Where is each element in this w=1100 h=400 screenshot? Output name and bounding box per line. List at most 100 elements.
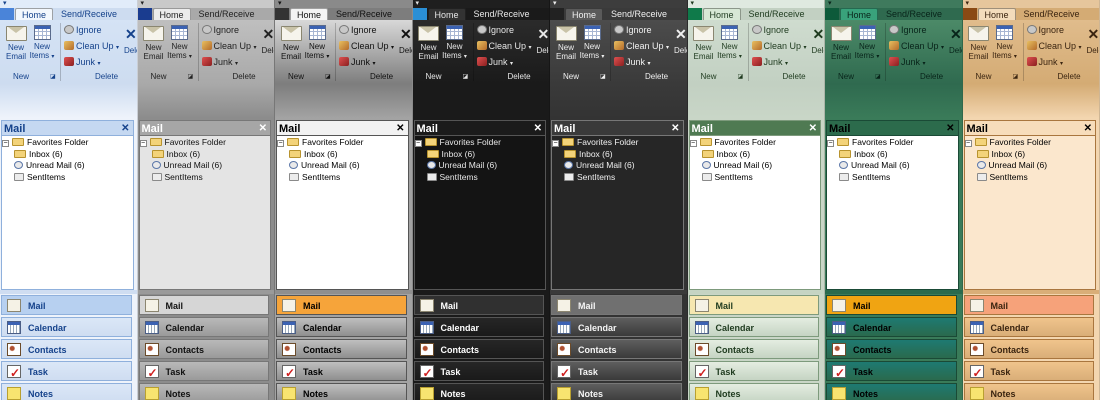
dialog-launcher-icon[interactable]: ◪ (463, 73, 469, 80)
nav-button-mail[interactable]: Mail (1, 295, 132, 315)
tab-send-receive[interactable]: Send/Receive (1018, 8, 1086, 20)
tree-node-sent[interactable]: SentItems (552, 172, 683, 184)
delete-icon[interactable]: ✕ (538, 26, 550, 43)
ignore-button[interactable]: Ignore (889, 22, 944, 38)
app-menu-button[interactable] (275, 8, 289, 20)
tree-node-inbox[interactable]: Inbox (6) (140, 149, 271, 161)
nav-button-notes[interactable]: Notes (688, 383, 819, 400)
tab-send-receive[interactable]: Send/Receive (193, 8, 261, 20)
nav-button-calendar[interactable]: Calendar (551, 317, 682, 337)
junk-button[interactable]: Junk ▾ (476, 54, 532, 70)
tree-node-unread[interactable]: Unread Mail (6) (2, 160, 133, 172)
tab-send-receive[interactable]: Send/Receive (330, 8, 398, 20)
nav-button-task[interactable]: Task (413, 361, 544, 383)
close-icon[interactable]: ✕ (1084, 121, 1092, 137)
ignore-button[interactable]: Ignore (751, 22, 807, 38)
nav-button-mail[interactable]: Mail (826, 295, 957, 315)
new-items-button[interactable]: New Items ▾ (717, 24, 743, 62)
tree-node-inbox[interactable]: Inbox (6) (827, 149, 958, 161)
tree-node-favorites[interactable]: − Favorites Folder (689, 137, 821, 149)
nav-button-contacts[interactable]: Contacts (826, 339, 957, 359)
tree-node-unread[interactable]: Unread Mail (6) (827, 160, 958, 172)
new-items-button[interactable]: New Items ▾ (167, 24, 193, 62)
delete-icon[interactable]: ✕ (400, 26, 412, 43)
nav-button-mail[interactable]: Mail (276, 295, 407, 315)
nav-button-mail[interactable]: Mail (963, 295, 1094, 315)
nav-button-task[interactable]: Task (963, 361, 1094, 383)
tab-send-receive[interactable]: Send/Receive (880, 8, 948, 20)
app-menu-button[interactable] (0, 8, 14, 20)
new-email-button[interactable]: New Email (691, 24, 717, 61)
clean-up-button[interactable]: Clean Up ▾ (889, 38, 944, 54)
new-items-button[interactable]: New Items ▾ (992, 24, 1018, 62)
qat-dropdown-icon[interactable]: ▾ (3, 0, 7, 8)
nav-button-notes[interactable]: Notes (551, 383, 682, 400)
tree-node-unread[interactable]: Unread Mail (6) (140, 160, 271, 172)
nav-button-calendar[interactable]: Calendar (963, 317, 1094, 337)
new-email-button[interactable]: New Email (141, 24, 167, 61)
tree-node-inbox[interactable]: Inbox (6) (552, 149, 683, 161)
collapse-icon[interactable]: − (689, 140, 697, 147)
tree-node-unread[interactable]: Unread Mail (6) (690, 160, 821, 172)
new-items-button[interactable]: New Items ▾ (29, 24, 55, 62)
nav-button-mail[interactable]: Mail (551, 295, 682, 315)
junk-button[interactable]: Junk ▾ (64, 54, 119, 70)
tree-node-unread[interactable]: Unread Mail (6) (965, 160, 1096, 172)
nav-button-calendar[interactable]: Calendar (276, 317, 407, 337)
junk-button[interactable]: Junk ▾ (751, 54, 807, 70)
nav-button-task[interactable]: Task (138, 361, 269, 383)
delete-button-label[interactable]: Dele (124, 46, 137, 55)
splitter-handle[interactable] (275, 290, 412, 294)
delete-button-label[interactable]: Dele (262, 46, 275, 55)
collapse-icon[interactable]: − (552, 140, 559, 147)
qat-dropdown-icon[interactable]: ▾ (966, 0, 970, 8)
dialog-launcher-icon[interactable]: ◪ (738, 73, 744, 80)
close-icon[interactable]: ✕ (809, 121, 817, 137)
close-icon[interactable]: ✕ (946, 121, 954, 137)
close-icon[interactable]: ✕ (534, 121, 542, 137)
nav-button-mail[interactable]: Mail (688, 295, 819, 315)
new-email-button[interactable]: New Email (966, 24, 992, 61)
tree-node-unread[interactable]: Unread Mail (6) (415, 160, 546, 172)
tree-node-sent[interactable]: SentItems (277, 172, 408, 184)
new-items-button[interactable]: New Items ▾ (304, 24, 330, 62)
app-menu-button[interactable] (825, 8, 839, 20)
nav-button-mail[interactable]: Mail (413, 295, 544, 315)
app-menu-button[interactable] (412, 8, 427, 20)
nav-button-task[interactable]: Task (276, 361, 407, 383)
new-email-button[interactable]: New Email (278, 24, 304, 61)
delete-icon[interactable]: ✕ (675, 26, 687, 43)
clean-up-button[interactable]: Clean Up ▾ (1026, 38, 1082, 54)
new-items-button[interactable]: New Items ▾ (442, 24, 468, 62)
nav-button-calendar[interactable]: Calendar (138, 317, 269, 337)
nav-button-task[interactable]: Task (826, 361, 957, 383)
dialog-launcher-icon[interactable]: ◪ (875, 73, 881, 80)
app-menu-button[interactable] (137, 8, 152, 20)
tab-send-receive[interactable]: Send/Receive (743, 8, 811, 20)
tree-node-inbox[interactable]: Inbox (6) (415, 149, 546, 161)
tree-node-sent[interactable]: SentItems (965, 172, 1096, 184)
delete-icon[interactable]: ✕ (1088, 26, 1100, 43)
nav-button-contacts[interactable]: Contacts (413, 339, 544, 359)
clean-up-button[interactable]: Clean Up ▾ (201, 38, 257, 54)
ignore-button[interactable]: Ignore (476, 22, 532, 38)
qat-dropdown-icon[interactable]: ▾ (278, 0, 282, 8)
nav-button-task[interactable]: Task (688, 361, 819, 383)
delete-button-label[interactable]: Dele (399, 46, 412, 55)
app-menu-button[interactable] (962, 8, 977, 20)
clean-up-button[interactable]: Clean Up ▾ (64, 38, 119, 54)
dialog-launcher-icon[interactable]: ◪ (188, 73, 194, 80)
collapse-icon[interactable]: − (277, 140, 284, 147)
nav-button-contacts[interactable]: Contacts (276, 339, 407, 359)
tree-node-favorites[interactable]: − Favorites Folder (277, 137, 408, 149)
splitter-handle[interactable] (412, 290, 549, 294)
collapse-icon[interactable]: − (139, 140, 147, 147)
new-email-button[interactable]: New Email (828, 24, 854, 61)
tree-node-sent[interactable]: SentItems (140, 172, 271, 184)
tree-node-inbox[interactable]: Inbox (6) (2, 149, 133, 161)
collapse-icon[interactable]: − (964, 140, 972, 147)
nav-button-contacts[interactable]: Contacts (551, 339, 682, 359)
nav-button-contacts[interactable]: Contacts (688, 339, 819, 359)
tree-node-inbox[interactable]: Inbox (6) (690, 149, 821, 161)
delete-button-label[interactable]: Dele (674, 46, 687, 55)
